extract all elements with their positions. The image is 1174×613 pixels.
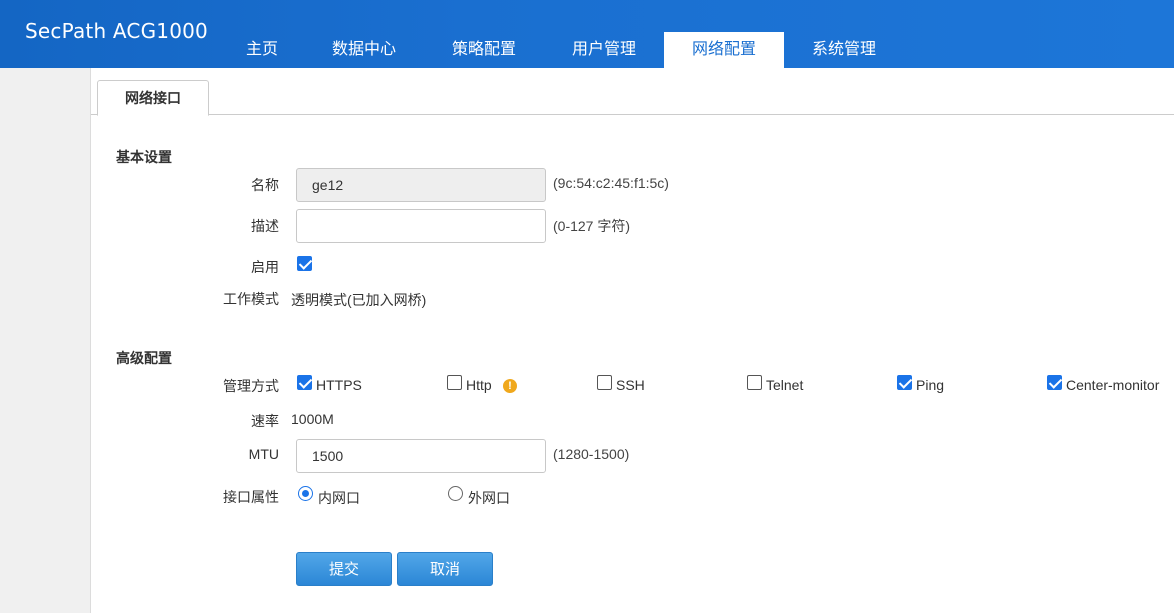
ping-checkbox[interactable] [897,375,912,390]
name-field[interactable] [296,168,546,202]
description-field[interactable] [296,209,546,243]
ping-label: Ping [916,377,945,393]
cancel-button[interactable]: 取消 [397,552,493,586]
sidebar [0,68,91,613]
advanced-config-title: 高级配置 [116,350,172,366]
speed-value: 1000M [291,411,334,427]
brand-title: SecPath ACG1000 [25,19,208,43]
internal-port-label: 内网口 [318,490,360,506]
work-mode-value: 透明模式(已加入网桥) [291,292,427,308]
interface-attribute-label: 接口属性 [223,489,279,505]
enable-checkbox[interactable] [297,256,312,271]
tab-bar: 网络接口 [91,68,1174,116]
https-label: HTTPS [316,377,362,393]
submit-button[interactable]: 提交 [296,552,392,586]
mtu-label: MTU [248,446,279,462]
management-method-label: 管理方式 [223,378,279,394]
main-nav: 主页 数据中心 策略配置 用户管理 网络配置 系统管理 [220,32,904,68]
nav-item-network-config[interactable]: 网络配置 [664,32,784,68]
mtu-field[interactable] [296,439,546,473]
ssh-checkbox[interactable] [597,375,612,390]
name-hint: (9c:54:c2:45:f1:5c) [553,175,669,191]
tab-network-interface[interactable]: 网络接口 [97,80,209,116]
nav-item-data-center[interactable]: 数据中心 [304,32,424,68]
mtu-hint: (1280-1500) [553,446,630,462]
description-hint: (0-127 字符) [553,218,631,234]
speed-label: 速率 [251,413,279,429]
ssh-label: SSH [616,377,645,393]
external-port-radio[interactable] [448,486,463,501]
http-label: Http [466,377,492,393]
center-monitor-checkbox[interactable] [1047,375,1062,390]
warning-icon[interactable]: ! [503,379,517,393]
description-label: 描述 [251,218,279,234]
center-monitor-label: Center-monitor [1066,377,1160,393]
nav-item-policy-config[interactable]: 策略配置 [424,32,544,68]
https-checkbox[interactable] [297,375,312,390]
work-mode-label: 工作模式 [223,291,279,307]
external-port-label: 外网口 [468,490,510,506]
internal-port-radio[interactable] [298,486,313,501]
telnet-label: Telnet [766,377,804,393]
name-label: 名称 [251,177,279,193]
nav-item-user-management[interactable]: 用户管理 [544,32,664,68]
basic-settings-title: 基本设置 [116,149,172,165]
nav-item-home[interactable]: 主页 [220,32,304,68]
top-header: SecPath ACG1000 主页 数据中心 策略配置 用户管理 网络配置 系… [0,0,1174,68]
enable-label: 启用 [251,259,279,275]
telnet-checkbox[interactable] [747,375,762,390]
http-checkbox[interactable] [447,375,462,390]
nav-item-system-management[interactable]: 系统管理 [784,32,904,68]
